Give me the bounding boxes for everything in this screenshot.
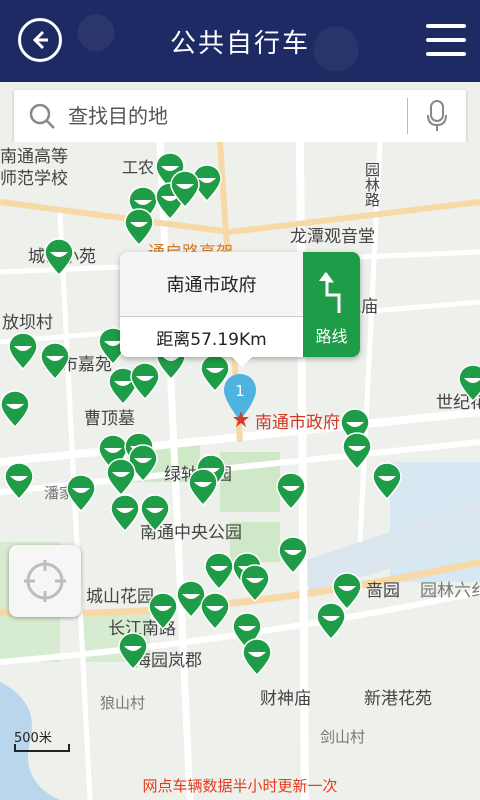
route-arrow-icon: [318, 272, 340, 313]
map-label: 师范学校: [0, 169, 68, 189]
star-icon: [233, 411, 249, 427]
bike-station-marker[interactable]: [148, 592, 178, 630]
menu-icon: [426, 24, 466, 28]
route-button[interactable]: 路线: [303, 252, 360, 357]
bike-station-marker[interactable]: [332, 572, 362, 610]
bike-station-marker[interactable]: [188, 468, 218, 506]
search-input[interactable]: [66, 103, 390, 129]
map-label: 城山花园: [86, 587, 154, 607]
map-label: 放坝村: [2, 313, 53, 333]
popup-place-name: 南通市政府: [120, 252, 303, 316]
bike-station-marker[interactable]: [240, 564, 270, 602]
bike-station-marker[interactable]: [118, 632, 148, 670]
map-scale: 500米: [14, 727, 70, 752]
map-label: 啬园: [366, 581, 400, 601]
bike-station-marker[interactable]: [0, 390, 30, 428]
bike-station-marker[interactable]: [200, 592, 230, 630]
popup-tail: [232, 357, 252, 367]
bike-station-marker[interactable]: [458, 364, 480, 402]
bike-station-marker[interactable]: [8, 332, 38, 370]
back-button[interactable]: [18, 18, 62, 62]
map-label: 南通市政府: [255, 413, 340, 433]
bike-station-marker[interactable]: [4, 462, 34, 500]
route-label: 路线: [315, 327, 348, 346]
bike-station-marker[interactable]: [124, 208, 154, 246]
search-icon: [29, 103, 55, 129]
map-label: 工农: [122, 158, 155, 177]
map-label: 园林六纟: [420, 581, 480, 601]
bike-station-marker[interactable]: [44, 238, 74, 276]
popup-distance: 距离57.19Km: [120, 316, 303, 358]
search-bar: [14, 90, 466, 142]
map-label: 财神庙: [260, 689, 311, 709]
bike-station-marker[interactable]: [372, 462, 402, 500]
bike-station-marker[interactable]: [110, 494, 140, 532]
location-popup: 南通市政府 距离57.19Km 路线: [120, 252, 360, 367]
voice-search-button[interactable]: [407, 98, 466, 134]
map-label: 园林路: [363, 162, 381, 207]
bike-station-marker[interactable]: [106, 458, 136, 496]
bike-station-marker[interactable]: [40, 342, 70, 380]
bike-station-marker[interactable]: [170, 170, 200, 208]
bike-station-marker[interactable]: [140, 494, 170, 532]
crosshair-icon: [24, 560, 66, 602]
locate-button[interactable]: [9, 545, 81, 617]
app-header: 公共自行车: [0, 0, 480, 82]
map-label: 曹顶墓: [84, 409, 135, 429]
bike-station-marker[interactable]: [204, 552, 234, 590]
map-label: 新港花苑: [364, 689, 432, 709]
update-notice: 网点车辆数据半小时更新一次: [142, 777, 338, 795]
menu-button[interactable]: [426, 20, 466, 60]
marker-number: 1: [235, 382, 245, 400]
bike-station-marker[interactable]: [242, 638, 272, 676]
microphone-icon: [427, 100, 447, 131]
bike-station-marker[interactable]: [342, 432, 372, 470]
arrow-left-icon: [32, 30, 48, 50]
page-title: 公共自行车: [169, 28, 310, 59]
map-label: 剑山村: [320, 728, 366, 746]
bike-station-marker[interactable]: [66, 474, 96, 512]
map-label: 狼山村: [100, 694, 146, 712]
bike-station-marker[interactable]: [278, 536, 308, 574]
bike-station-marker[interactable]: [276, 472, 306, 510]
map-label: 龙潭观音堂: [290, 227, 375, 247]
map-view[interactable]: 南通高等 师范学校 工农 园林路 龙潭观音堂 通启路高架 城山小苑 放坝村 城市…: [0, 142, 480, 800]
